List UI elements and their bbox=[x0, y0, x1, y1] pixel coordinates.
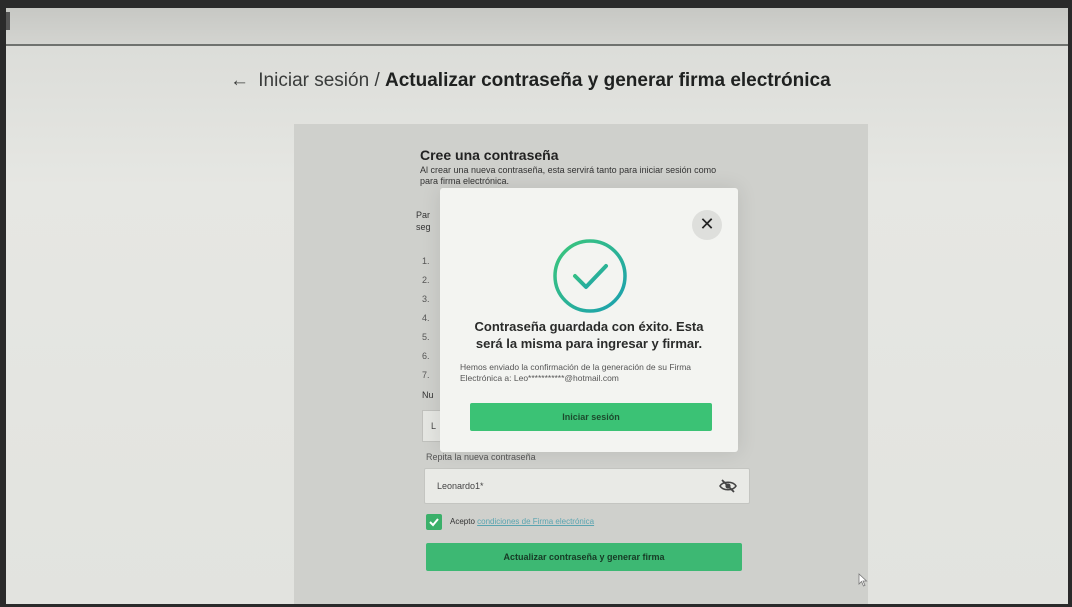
eye-slash-icon[interactable] bbox=[719, 478, 737, 494]
login-button[interactable]: Iniciar sesión bbox=[470, 403, 712, 431]
breadcrumb-parent-link[interactable]: Iniciar sesión bbox=[258, 70, 369, 91]
new-password-value: L bbox=[431, 421, 437, 431]
accept-prefix: Acepto bbox=[450, 517, 475, 526]
rule-item: 3. bbox=[422, 294, 430, 304]
rule-item: 6. bbox=[422, 351, 430, 361]
close-icon[interactable]: ✕ bbox=[692, 210, 722, 240]
modal-message: Hemos enviado la confirmación de la gene… bbox=[460, 362, 692, 383]
accept-terms-text: Acepto condiciones de Firma electrónica bbox=[450, 517, 594, 526]
intro-line-1: Par bbox=[416, 210, 431, 220]
rule-item: 5. bbox=[422, 332, 430, 342]
accept-terms-checkbox[interactable] bbox=[426, 514, 442, 530]
repeat-password-label: Repita la nueva contraseña bbox=[426, 452, 536, 462]
repeat-password-value: Leonardo1* bbox=[437, 481, 484, 491]
rule-item: 1. bbox=[422, 256, 430, 266]
new-password-label: Nu bbox=[422, 390, 434, 400]
check-circle-icon bbox=[550, 236, 630, 321]
rule-item: 7. bbox=[422, 370, 430, 380]
terms-link[interactable]: condiciones de Firma electrónica bbox=[477, 517, 594, 526]
modal-title: Contraseña guardada con éxito. Esta será… bbox=[474, 319, 704, 351]
breadcrumb: ← Iniciar sesión / Actualizar contraseña… bbox=[230, 70, 831, 92]
rule-item: 4. bbox=[422, 313, 430, 323]
arrow-left-icon[interactable]: ← bbox=[230, 70, 249, 91]
mouse-pointer-icon bbox=[858, 573, 868, 592]
rule-item: 2. bbox=[422, 275, 430, 285]
intro-line-2: seg bbox=[416, 222, 431, 232]
password-rules-list: 1. 2. 3. 4. 5. 6. 7. bbox=[422, 252, 430, 385]
form-description: Al crear una nueva contraseña, esta serv… bbox=[420, 165, 717, 186]
breadcrumb-current: Actualizar contraseña y generar firma el… bbox=[385, 70, 831, 91]
update-password-button[interactable]: Actualizar contraseña y generar firma bbox=[426, 543, 742, 571]
breadcrumb-separator: / bbox=[374, 70, 380, 91]
app-header-bar bbox=[6, 8, 1068, 46]
success-modal: ✕ Contraseña guardada con éxito. Esta se… bbox=[440, 188, 738, 452]
checkmark-icon bbox=[429, 518, 439, 527]
form-intro-text: Par seg bbox=[416, 209, 431, 233]
monitor-screen: ← Iniciar sesión / Actualizar contraseña… bbox=[6, 8, 1068, 604]
repeat-password-field[interactable]: Leonardo1* bbox=[424, 468, 750, 504]
form-title: Cree una contraseña bbox=[420, 147, 559, 163]
header-logo-fragment bbox=[6, 12, 10, 30]
